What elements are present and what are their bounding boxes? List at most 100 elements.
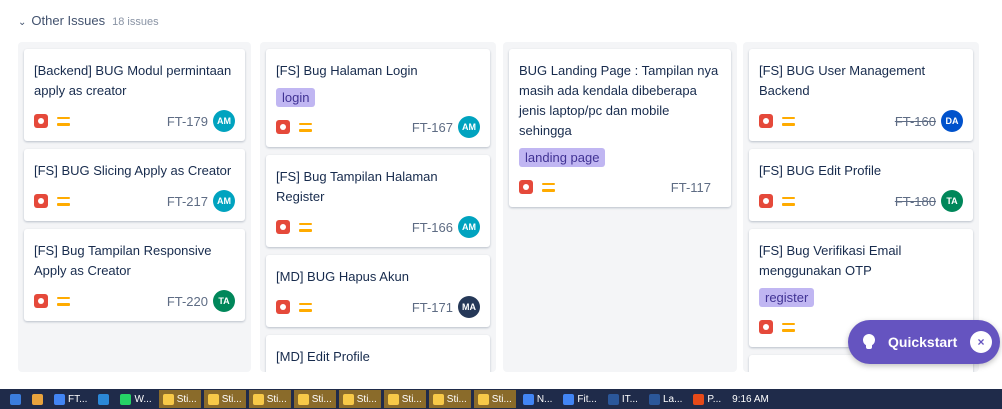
taskbar-label: Sti...: [311, 393, 332, 405]
bug-icon: [34, 194, 48, 208]
sticky-notes-icon: [162, 393, 174, 405]
taskbar-label: FT...: [68, 393, 88, 405]
taskbar-item[interactable]: [6, 390, 25, 408]
taskbar-item[interactable]: La...: [645, 390, 686, 408]
issue-card[interactable]: [FS] Bug Tampilan Halaman Register FT-16…: [266, 155, 490, 247]
sticky-notes-icon: [342, 393, 354, 405]
assignee-avatar[interactable]: DA: [941, 110, 963, 132]
taskbar-item[interactable]: Sti...: [473, 390, 516, 408]
bug-icon: [276, 220, 290, 234]
taskbar-label: Sti...: [221, 393, 242, 405]
taskbar-label: Sti...: [356, 393, 377, 405]
priority-medium-icon: [57, 296, 70, 306]
issue-title: BUG Landing Page : Tampilan nya masih ad…: [519, 63, 719, 138]
issue-key[interactable]: FT-160: [895, 114, 936, 129]
priority-medium-icon: [782, 196, 795, 206]
taskbar-item[interactable]: W...: [116, 390, 155, 408]
issue-key[interactable]: FT-220: [167, 294, 208, 309]
taskbar-item[interactable]: Sti...: [293, 390, 336, 408]
taskbar-item[interactable]: Sti...: [158, 390, 201, 408]
assignee-avatar[interactable]: AM: [458, 216, 480, 238]
taskbar-item[interactable]: Sti...: [248, 390, 291, 408]
taskbar-item[interactable]: Sti...: [203, 390, 246, 408]
bug-icon: [276, 120, 290, 134]
priority-medium-icon: [782, 322, 795, 332]
issue-key[interactable]: FT-180: [895, 194, 936, 209]
board-column: [Backend] BUG Modul permintaan apply as …: [18, 42, 251, 372]
taskbar-item[interactable]: FT...: [50, 390, 91, 408]
bug-icon: [519, 180, 533, 194]
issue-card[interactable]: [FS] BUG Edit Profile FT-180 TA: [749, 149, 973, 221]
taskbar-item[interactable]: [28, 390, 47, 408]
issue-card[interactable]: BUG Landing Page : Tampilan nya masih ad…: [509, 49, 731, 207]
taskbar-label: Sti...: [491, 393, 512, 405]
sticky-notes-icon: [207, 393, 219, 405]
issue-card[interactable]: [FS] Bug Tampilan Responsive Apply as Cr…: [24, 229, 245, 321]
bug-icon: [276, 300, 290, 314]
taskbar-item[interactable]: Fit...: [559, 390, 600, 408]
issue-card[interactable]: [FS] BUG Slicing Apply as Creator FT-217…: [24, 149, 245, 221]
taskbar-item[interactable]: [94, 390, 113, 408]
bug-icon: [34, 294, 48, 308]
issue-card[interactable]: [MD] Edit Profile FT-203 MA: [266, 335, 490, 372]
issue-card[interactable]: [Backend] BUG Modul permintaan apply as …: [24, 49, 245, 141]
issue-card[interactable]: [FS] Bug Halaman Login login FT-167 AM: [266, 49, 490, 147]
taskbar-item[interactable]: Sti...: [428, 390, 471, 408]
taskbar-label: N...: [536, 393, 553, 405]
assignee-avatar[interactable]: TA: [941, 190, 963, 212]
issue-card[interactable]: [MD] BUG Hapus Akun FT-171 MA: [266, 255, 490, 327]
issue-key[interactable]: FT-171: [412, 300, 453, 315]
bug-icon: [759, 114, 773, 128]
issue-card[interactable]: [FS] BUG User Management Backend FT-160 …: [749, 49, 973, 141]
windows-taskbar: FT... W... Sti... Sti... Sti... Sti... S…: [0, 389, 1002, 409]
quickstart-label: Quickstart: [888, 334, 958, 350]
assignee-avatar[interactable]: AM: [213, 190, 235, 212]
issue-key[interactable]: FT-217: [167, 194, 208, 209]
system-clock[interactable]: 9:16 AM: [732, 394, 769, 405]
priority-medium-icon: [299, 122, 312, 132]
issue-title: [MD] BUG Hapus Akun: [276, 269, 409, 284]
app-icon: [693, 393, 705, 405]
assignee-avatar[interactable]: AM: [213, 110, 235, 132]
issue-key[interactable]: FT-179: [167, 114, 208, 129]
issue-key[interactable]: FT-166: [412, 220, 453, 235]
assignee-avatar[interactable]: TA: [213, 290, 235, 312]
sticky-notes-icon: [477, 393, 489, 405]
taskbar-item[interactable]: Sti...: [338, 390, 381, 408]
taskbar-item[interactable]: IT...: [604, 390, 642, 408]
issue-key[interactable]: FT-167: [412, 120, 453, 135]
vscode-icon: [98, 393, 110, 405]
issue-label[interactable]: login: [276, 88, 316, 107]
priority-medium-icon: [299, 302, 312, 312]
issue-title: [FS] BUG Edit Profile: [759, 163, 882, 178]
chevron-down-icon[interactable]: ⌄: [18, 17, 26, 28]
issue-title: [Backend] BUG Modul permintaan apply as …: [34, 63, 232, 98]
sticky-notes-icon: [387, 393, 399, 405]
taskbar-item[interactable]: P...: [689, 390, 725, 408]
issue-label[interactable]: register: [759, 288, 815, 307]
taskbar-label: Sti...: [446, 393, 467, 405]
taskbar-label: P...: [707, 393, 722, 405]
assignee-avatar[interactable]: AM: [458, 116, 480, 138]
group-header[interactable]: ⌄ Other Issues 18 issues: [18, 13, 159, 28]
board-column: BUG Landing Page : Tampilan nya masih ad…: [503, 42, 737, 372]
issue-key[interactable]: FT-117: [671, 180, 711, 195]
assignee-avatar[interactable]: MA: [458, 296, 480, 318]
issue-title: [MD] Edit Profile: [276, 349, 370, 364]
taskbar-item[interactable]: N...: [519, 390, 557, 408]
taskbar-label: W...: [134, 393, 152, 405]
word-icon: [648, 393, 660, 405]
lightbulb-icon: [862, 334, 876, 350]
issue-label[interactable]: landing page: [519, 148, 606, 167]
app-icon: [32, 393, 43, 405]
close-icon[interactable]: ×: [970, 331, 992, 353]
chrome-icon: [54, 393, 65, 405]
quickstart-button[interactable]: Quickstart ×: [848, 320, 1000, 364]
sticky-notes-icon: [297, 393, 309, 405]
priority-medium-icon: [57, 196, 70, 206]
issue-title: [FS] Bug Halaman Login: [276, 63, 418, 78]
bug-icon: [759, 320, 773, 334]
issue-title: [FS] Bug Tampilan Halaman Register: [276, 169, 438, 204]
bug-icon: [34, 114, 48, 128]
taskbar-item[interactable]: Sti...: [383, 390, 426, 408]
